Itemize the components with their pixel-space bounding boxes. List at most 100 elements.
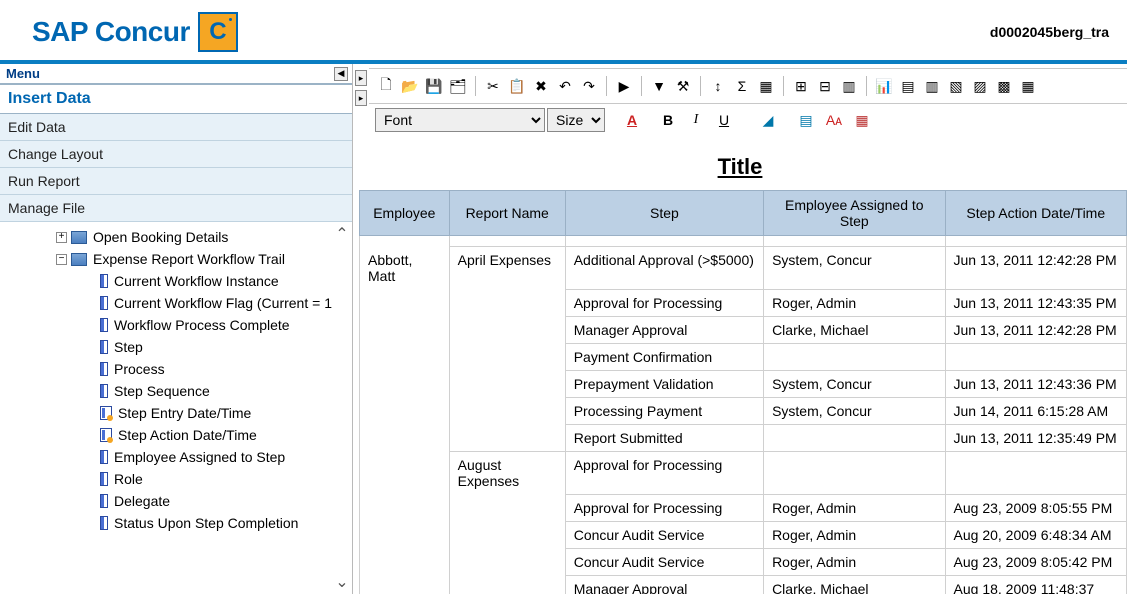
table-cell bbox=[360, 495, 450, 522]
expander-icon[interactable]: − bbox=[56, 254, 67, 265]
menu-item-run-report[interactable]: Run Report bbox=[0, 168, 352, 195]
menu-item-change-layout[interactable]: Change Layout bbox=[0, 141, 352, 168]
scroll-up-icon[interactable]: ⌃ bbox=[335, 224, 348, 244]
column-header[interactable]: Report Name bbox=[449, 191, 565, 236]
filter-button[interactable]: ▼ bbox=[648, 75, 670, 97]
table-cell: Additional Approval (>$5000) bbox=[565, 247, 763, 290]
app-header: SAP Concur C d0002045berg_tra bbox=[0, 0, 1127, 60]
menu-item-edit-data[interactable]: Edit Data bbox=[0, 114, 352, 141]
run-button[interactable]: ▶ bbox=[613, 75, 635, 97]
tree-field[interactable]: Employee Assigned to Step bbox=[0, 446, 352, 468]
redo-button[interactable]: ↷ bbox=[578, 75, 600, 97]
tree-field[interactable]: Step Sequence bbox=[0, 380, 352, 402]
table-row[interactable]: Prepayment ValidationSystem, ConcurJun 1… bbox=[360, 371, 1127, 398]
calc-button[interactable]: ▦ bbox=[1017, 75, 1039, 97]
column-header[interactable]: Step bbox=[565, 191, 763, 236]
field-icon bbox=[100, 340, 108, 354]
bold-button[interactable]: B bbox=[655, 108, 681, 132]
delete-button[interactable]: ✖ bbox=[530, 75, 552, 97]
column-header[interactable]: Employee bbox=[360, 191, 450, 236]
table-row[interactable]: Concur Audit ServiceRoger, AdminAug 20, … bbox=[360, 522, 1127, 549]
pivot-button[interactable]: ▥ bbox=[838, 75, 860, 97]
list-button[interactable]: ▥ bbox=[921, 75, 943, 97]
italic-button[interactable]: I bbox=[683, 108, 709, 132]
table-cell: Concur Audit Service bbox=[565, 522, 763, 549]
tree-field[interactable]: Step Action Date/Time bbox=[0, 424, 352, 446]
table-row[interactable]: Concur Audit ServiceRoger, AdminAug 23, … bbox=[360, 549, 1127, 576]
fill-color-button[interactable]: ◢ bbox=[755, 108, 781, 132]
crosstab-button[interactable]: ▤ bbox=[897, 75, 919, 97]
table-cell: Clarke, Michael bbox=[764, 576, 945, 595]
table-cell: Jun 13, 2011 12:42:28 PM bbox=[945, 317, 1126, 344]
font-select[interactable]: Font bbox=[375, 108, 545, 132]
tree-field[interactable]: Delegate bbox=[0, 490, 352, 512]
tree-field[interactable]: Process bbox=[0, 358, 352, 380]
table-cell bbox=[764, 344, 945, 371]
new-button[interactable]: 🗋 bbox=[375, 75, 397, 97]
table-row[interactable]: Abbott, MattApril ExpensesAdditional App… bbox=[360, 247, 1127, 290]
copy-button[interactable]: 📋 bbox=[506, 75, 528, 97]
report-title[interactable]: Title bbox=[718, 154, 763, 179]
field-icon bbox=[100, 362, 108, 376]
excel-button[interactable]: ▦ bbox=[755, 75, 777, 97]
table-row[interactable]: August ExpensesApproval for Processing bbox=[360, 452, 1127, 495]
size-select[interactable]: Size bbox=[547, 108, 605, 132]
group-button[interactable]: ⊞ bbox=[790, 75, 812, 97]
section-button[interactable]: ▧ bbox=[945, 75, 967, 97]
tree-field[interactable]: Workflow Process Complete bbox=[0, 314, 352, 336]
undo-button[interactable]: ↶ bbox=[554, 75, 576, 97]
expander-icon[interactable]: + bbox=[56, 232, 67, 243]
ungroup-button[interactable]: ⊟ bbox=[814, 75, 836, 97]
table-cell bbox=[360, 317, 450, 344]
menu-collapse-button[interactable]: ◀ bbox=[334, 67, 348, 81]
underline-button[interactable]: U bbox=[711, 108, 737, 132]
edge-toggle-2[interactable]: ▸ bbox=[355, 90, 367, 106]
open-button[interactable]: 📂 bbox=[399, 75, 421, 97]
table-cell: Aug 23, 2009 8:05:55 PM bbox=[945, 495, 1126, 522]
tree-field[interactable]: Step bbox=[0, 336, 352, 358]
column-header[interactable]: Step Action Date/Time bbox=[945, 191, 1126, 236]
tree-field[interactable]: Status Upon Step Completion bbox=[0, 512, 352, 534]
tree-scrollbar[interactable]: ⌃ ⌄ bbox=[334, 222, 350, 594]
table-row[interactable] bbox=[360, 236, 1127, 247]
tree-node-open-booking[interactable]: + Open Booking Details bbox=[0, 226, 352, 248]
table-row[interactable]: Approval for ProcessingRoger, AdminJun 1… bbox=[360, 290, 1127, 317]
page-button[interactable]: ▨ bbox=[969, 75, 991, 97]
table-cell: Processing Payment bbox=[565, 398, 763, 425]
table-row[interactable]: Approval for ProcessingRoger, AdminAug 2… bbox=[360, 495, 1127, 522]
menu-item-manage-file[interactable]: Manage File bbox=[0, 195, 352, 222]
font-color-button[interactable]: A bbox=[619, 108, 645, 132]
sort-button[interactable]: ↕ bbox=[707, 75, 729, 97]
save-button[interactable]: 💾 bbox=[423, 75, 445, 97]
params-button[interactable]: ⚒ bbox=[672, 75, 694, 97]
table-button[interactable]: ▩ bbox=[993, 75, 1015, 97]
column-header[interactable]: Employee Assigned to Step bbox=[764, 191, 945, 236]
tree-label: Expense Report Workflow Trail bbox=[93, 251, 285, 267]
tree-field-label: Workflow Process Complete bbox=[114, 317, 290, 333]
menu-item-insert-data[interactable]: Insert Data bbox=[0, 84, 352, 114]
scroll-down-icon[interactable]: ⌄ bbox=[335, 572, 348, 592]
cut-button[interactable]: ✂ bbox=[482, 75, 504, 97]
chart-button[interactable]: 📊 bbox=[873, 75, 895, 97]
edge-toggle-1[interactable]: ▸ bbox=[355, 70, 367, 86]
tree-node-workflow-trail[interactable]: − Expense Report Workflow Trail bbox=[0, 248, 352, 270]
table-row[interactable]: Manager ApprovalClarke, MichaelAug 18, 2… bbox=[360, 576, 1127, 595]
tree-field[interactable]: Current Workflow Flag (Current = 1 bbox=[0, 292, 352, 314]
table-row[interactable]: Payment Confirmation bbox=[360, 344, 1127, 371]
tree-field[interactable]: Step Entry Date/Time bbox=[0, 402, 352, 424]
brand-badge: C bbox=[198, 12, 238, 52]
sum-button[interactable]: Σ bbox=[731, 75, 753, 97]
table-row[interactable]: Report SubmittedJun 13, 2011 12:35:49 PM bbox=[360, 425, 1127, 452]
tree-field[interactable]: Role bbox=[0, 468, 352, 490]
save-all-button[interactable]: 🗂 bbox=[447, 75, 469, 97]
table-cell: System, Concur bbox=[764, 398, 945, 425]
date-field-icon bbox=[100, 406, 112, 420]
table-row[interactable]: Manager ApprovalClarke, MichaelJun 13, 2… bbox=[360, 317, 1127, 344]
table-row[interactable]: Processing PaymentSystem, ConcurJun 14, … bbox=[360, 398, 1127, 425]
tree-field[interactable]: Current Workflow Instance bbox=[0, 270, 352, 292]
table-cell bbox=[945, 344, 1126, 371]
align-button[interactable]: ▤ bbox=[793, 108, 819, 132]
borders-button[interactable]: ▦ bbox=[849, 108, 875, 132]
table-cell bbox=[764, 452, 945, 495]
format-painter-button[interactable]: Aᴀ bbox=[821, 108, 847, 132]
